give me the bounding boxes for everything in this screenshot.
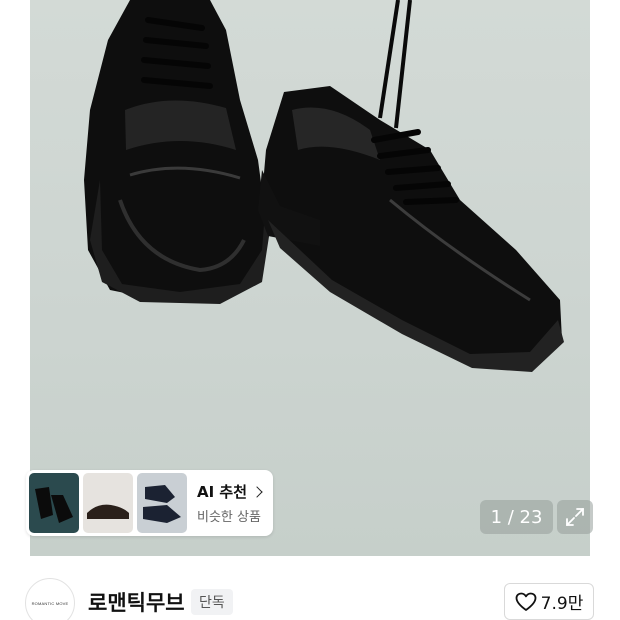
expand-icon [566,508,584,526]
like-count: 7.9만 [540,594,584,614]
ai-recommend-title: AI 추천 [197,483,248,501]
ai-recommend-subtitle: 비슷한 상품 [197,510,261,525]
brand-logo-text: ROMANTIC MOVE [31,600,69,606]
ai-recommend-card[interactable]: AI 추천 비슷한 상품 [26,470,273,536]
thumb-image [137,473,187,533]
image-counter: 1 / 23 [480,500,553,534]
chevron-right-icon [251,485,263,498]
product-gallery[interactable]: AI 추천 비슷한 상품 1 / 23 [0,0,620,556]
ai-title-row: AI 추천 [197,481,263,502]
thumb-shoes-2[interactable] [83,473,133,533]
brand-name[interactable]: 로맨틱무브 [88,587,185,617]
like-button[interactable]: 7.9만 [504,583,594,620]
thumb-image [29,473,79,533]
heart-icon [515,592,537,611]
expand-button[interactable] [557,500,593,534]
product-page: AI 추천 비슷한 상품 1 / 23 ROMANTIC MOVE 로맨틱무브 … [0,0,620,620]
ai-recommend-text: AI 추천 비슷한 상품 [197,481,263,525]
exclusive-badge: 단독 [191,589,233,615]
thumb-shoes-1[interactable] [29,473,79,533]
thumb-image [83,473,133,533]
brand-logo[interactable]: ROMANTIC MOVE [25,578,75,620]
thumb-shoes-3[interactable] [137,473,187,533]
